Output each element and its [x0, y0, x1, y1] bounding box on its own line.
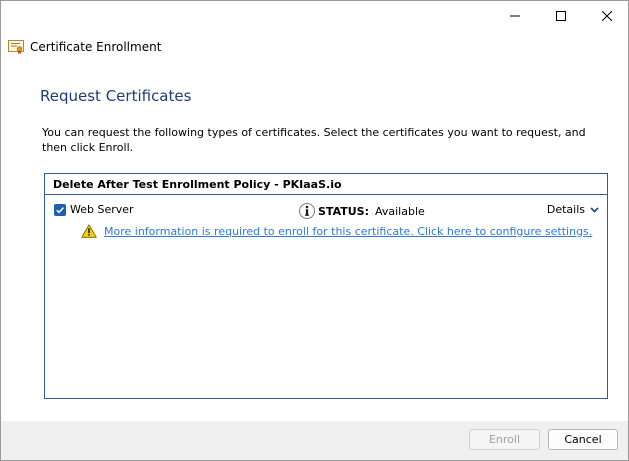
- certificate-row: Web Server STATUS: Available Details: [54, 202, 599, 220]
- dialog-header: Certificate Enrollment: [8, 38, 161, 56]
- title-bar: [1, 1, 628, 31]
- page-title: Request Certificates: [40, 87, 192, 105]
- warning-icon: [81, 224, 97, 238]
- warning-row: More information is required to enroll f…: [81, 222, 592, 240]
- certificate-status: STATUS: Available: [298, 202, 425, 220]
- cancel-label: Cancel: [564, 433, 602, 446]
- certificate-name: Web Server: [70, 203, 134, 216]
- policy-name: Delete After Test Enrollment Policy - PK…: [45, 174, 607, 195]
- details-label: Details: [546, 203, 585, 216]
- minimize-icon: [510, 15, 520, 17]
- close-button[interactable]: [584, 1, 628, 31]
- details-toggle[interactable]: Details: [547, 203, 599, 216]
- info-icon: [299, 203, 315, 219]
- checkmark-icon: [56, 207, 64, 214]
- dialog-footer: Enroll Cancel: [1, 421, 628, 460]
- status-value: Available: [375, 204, 425, 218]
- enrollment-policy-panel: Delete After Test Enrollment Policy - PK…: [44, 173, 608, 399]
- certificate-icon: [8, 40, 24, 54]
- dialog-title: Certificate Enrollment: [30, 40, 162, 54]
- chevron-down-icon: [590, 206, 599, 213]
- maximize-icon: [556, 11, 566, 21]
- enroll-label: Enroll: [488, 433, 521, 446]
- web-server-checkbox[interactable]: [54, 204, 66, 216]
- page-description: You can request the following types of c…: [42, 126, 586, 154]
- status-label: STATUS:: [318, 204, 369, 218]
- close-icon: [602, 11, 612, 21]
- cancel-button[interactable]: Cancel: [548, 429, 618, 450]
- enroll-button[interactable]: Enroll: [469, 429, 540, 450]
- maximize-button[interactable]: [538, 1, 584, 31]
- minimize-button[interactable]: [492, 1, 538, 31]
- configure-settings-link[interactable]: More information is required to enroll f…: [104, 225, 592, 238]
- dialog-window: Certificate Enrollment Request Certifica…: [0, 0, 629, 461]
